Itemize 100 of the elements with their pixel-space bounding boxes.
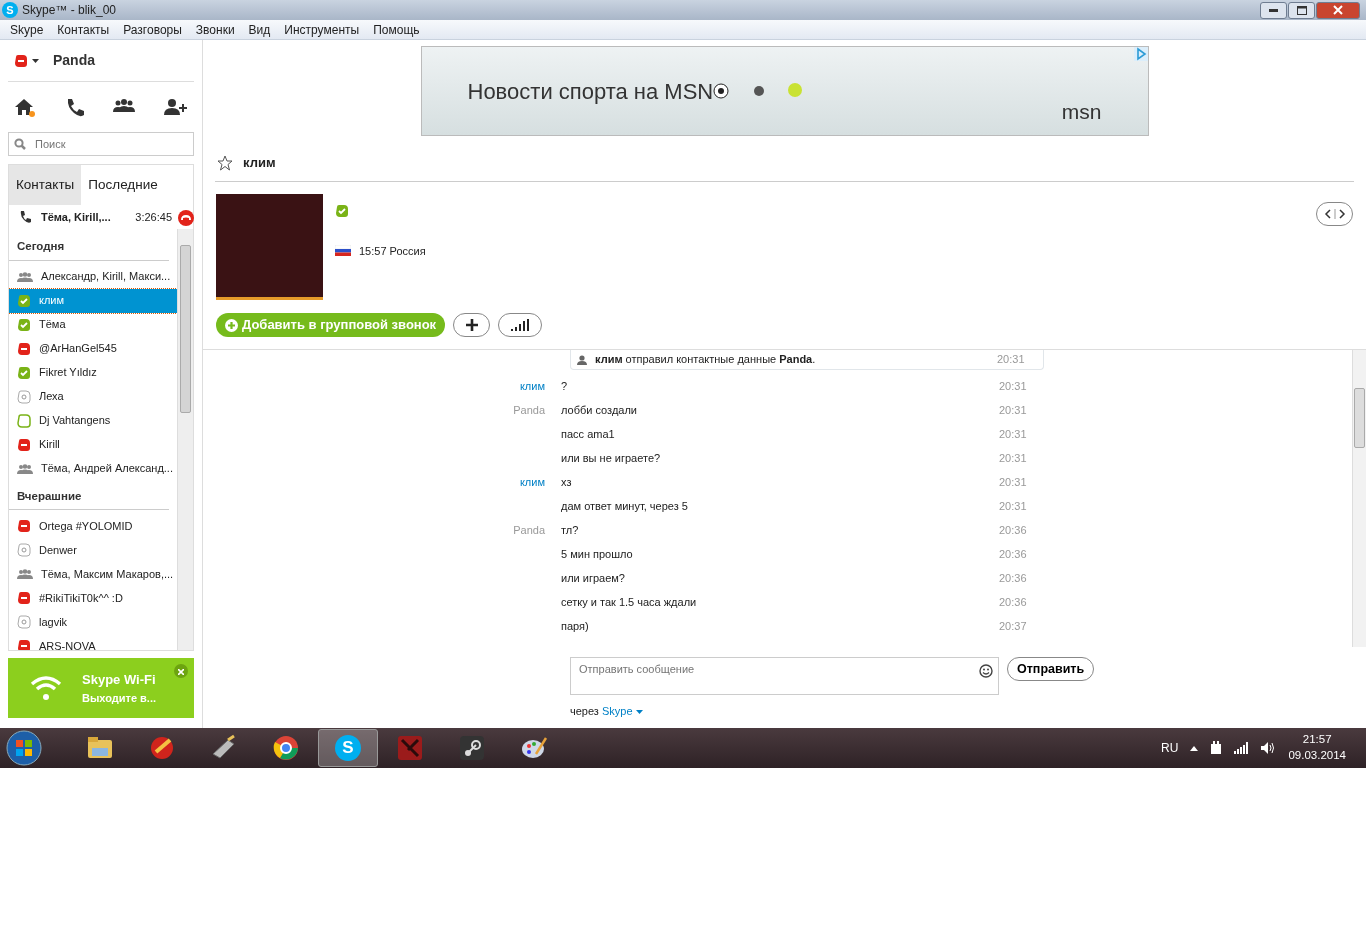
- maximize-button[interactable]: [1288, 1, 1315, 19]
- maximize-icon: [1296, 5, 1307, 15]
- contact-item[interactable]: Kirill: [9, 432, 177, 457]
- menu-item[interactable]: Разговоры: [116, 20, 189, 39]
- contact-item[interactable]: Тёма, Андрей Александ...: [9, 456, 177, 481]
- caret-icon: [635, 710, 643, 715]
- status-menu-button[interactable]: [14, 53, 39, 68]
- message-time: 20:31: [999, 426, 1028, 442]
- message-text: пасс ama1: [561, 426, 616, 442]
- message-time: 20:36: [999, 522, 1028, 538]
- close-button[interactable]: [174, 664, 188, 679]
- start-button[interactable]: [6, 730, 42, 766]
- window-title: Skype™ - blik_00: [22, 2, 117, 19]
- contact-name: клим: [243, 153, 276, 172]
- contact-item[interactable]: lagvik: [9, 609, 177, 634]
- tab[interactable]: Контакты: [9, 165, 82, 206]
- message-text: сетку и так 1.5 часа ждали: [561, 594, 698, 610]
- menu-item[interactable]: Инструменты: [277, 20, 367, 39]
- smiley-icon[interactable]: [979, 664, 993, 678]
- home-icon[interactable]: [14, 98, 36, 118]
- send-button[interactable]: Отправить: [1007, 657, 1095, 681]
- message-text: ?: [561, 378, 569, 394]
- close-icon: [1333, 5, 1343, 15]
- contact-item[interactable]: #RikiTikiT0k^^ :D: [9, 585, 177, 610]
- message-text: или играем?: [561, 570, 626, 586]
- ad-headline: Новости спорта на MSN: [467, 77, 714, 106]
- contact-item[interactable]: Dj Vahtangens: [9, 408, 177, 433]
- service-dropdown[interactable]: Skype: [601, 705, 643, 717]
- promo-title: Skype Wi-Fi: [82, 671, 156, 690]
- language-indicator[interactable]: RU: [1161, 739, 1179, 757]
- message-time: 20:31: [999, 498, 1028, 514]
- brush-icon: [148, 734, 176, 762]
- menu-item[interactable]: Skype: [3, 20, 51, 39]
- contact-item[interactable]: ARS-NOVA: [9, 633, 177, 651]
- wifi-icon: [30, 675, 62, 702]
- message-time: 20:36: [999, 594, 1028, 610]
- call-participants: Тёма, Kirill,...: [41, 210, 111, 225]
- message-time: 20:31: [999, 402, 1028, 418]
- message-text: лобби создали: [561, 402, 638, 418]
- add-contact-icon[interactable]: [163, 98, 188, 116]
- contact-item[interactable]: Ortega #YOLOMID: [9, 513, 177, 538]
- message-time: 20:37: [999, 618, 1028, 634]
- message-text: хз: [561, 474, 573, 490]
- arrows-icon: [1322, 209, 1347, 219]
- game-icon: [396, 734, 424, 762]
- globe-icon: [272, 734, 300, 762]
- message-time: 20:31: [999, 378, 1028, 394]
- minimize-button[interactable]: [1260, 1, 1287, 19]
- sender-name[interactable]: клим: [491, 473, 561, 491]
- signal-icon: [511, 319, 530, 331]
- message-time: 20:31: [997, 352, 1026, 368]
- close-button[interactable]: [1316, 1, 1360, 19]
- message-time: 20:31: [999, 450, 1028, 466]
- message-text: тл?: [561, 522, 580, 538]
- message-field[interactable]: Отправить сообщение: [570, 657, 999, 695]
- call-quality-button[interactable]: [498, 313, 543, 337]
- hang-up-button[interactable]: [178, 208, 194, 226]
- ad-banner[interactable]: Новости спорта на MSN msn: [420, 46, 1149, 136]
- local-time: 15:57 Россия: [359, 243, 426, 259]
- contact-item[interactable]: Denwer: [9, 537, 177, 562]
- message-text: или вы не играете?: [561, 450, 662, 466]
- contact-item[interactable]: Тёма, Максим Макаров,...: [9, 561, 177, 586]
- message-time: 20:36: [999, 546, 1028, 562]
- flag-icon: [335, 245, 351, 257]
- contact-item[interactable]: Леха: [9, 384, 177, 409]
- contact-item[interactable]: Fikret Yıldız: [9, 360, 177, 385]
- menu-item[interactable]: Контакты: [50, 20, 117, 39]
- plus-icon: [225, 318, 238, 332]
- search-icon: [14, 138, 26, 150]
- message-text: дам ответ минут, через 5: [561, 498, 689, 514]
- contact-item[interactable]: Александр, Kirill, Макси...: [9, 264, 177, 289]
- signal-icon[interactable]: [1234, 742, 1249, 754]
- scrollbar[interactable]: [177, 229, 193, 651]
- star-icon[interactable]: [217, 154, 233, 171]
- contact-item[interactable]: Тёма: [9, 312, 177, 337]
- section-header: Вчерашние: [9, 480, 169, 510]
- navigation-button[interactable]: [1316, 202, 1353, 226]
- scrollbar[interactable]: [1352, 350, 1366, 647]
- person-icon: [577, 354, 587, 365]
- ad-brand: msn: [1061, 98, 1102, 125]
- contact-item[interactable]: @ArHanGel545: [9, 336, 177, 361]
- message-text: 5 мин прошло: [561, 546, 634, 562]
- menu-item[interactable]: Звонки: [188, 20, 242, 39]
- menu-item[interactable]: Вид: [241, 20, 278, 39]
- volume-icon[interactable]: [1260, 741, 1277, 755]
- search-field[interactable]: Поиск: [8, 132, 194, 156]
- phone-icon: [19, 211, 31, 224]
- show-hidden-icons-icon[interactable]: [1190, 745, 1199, 751]
- plus-icon: [464, 318, 479, 332]
- contacts-icon[interactable]: [113, 98, 136, 114]
- menu-item[interactable]: Помощь: [366, 20, 427, 39]
- hang-up-icon: [178, 209, 194, 226]
- sender-name[interactable]: клим: [491, 377, 561, 395]
- app-logo: S: [335, 735, 361, 761]
- minimize-icon: [1269, 8, 1278, 12]
- add-button[interactable]: [453, 313, 491, 337]
- plug-icon[interactable]: [1210, 741, 1223, 755]
- app-logo: S: [2, 2, 18, 18]
- message-text: паря): [561, 618, 590, 634]
- clock[interactable]: 21:57 09.03.2014: [1288, 732, 1346, 764]
